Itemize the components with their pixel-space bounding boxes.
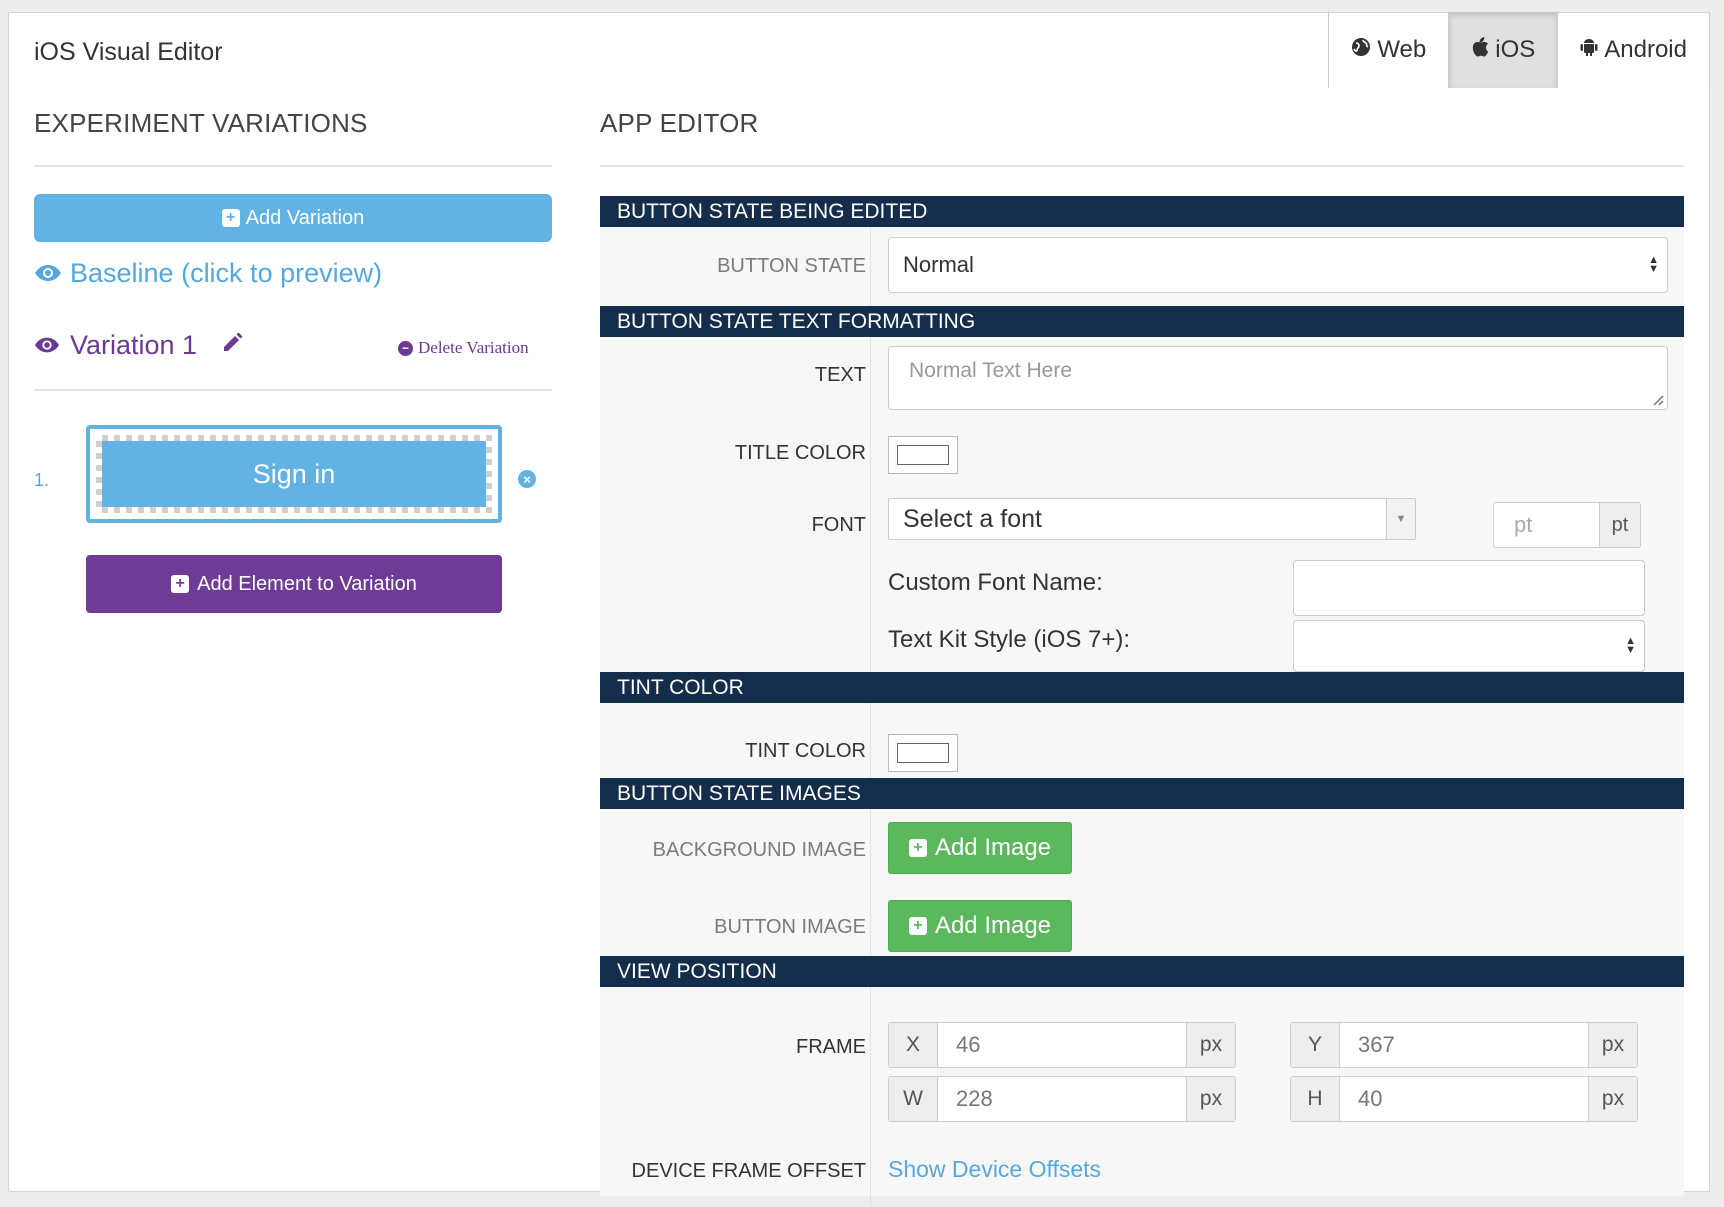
globe-icon: [1351, 36, 1371, 64]
apple-icon: [1471, 36, 1489, 64]
baseline-preview-link[interactable]: Baseline (click to preview): [34, 258, 382, 289]
frame-h-addon: H: [1291, 1077, 1340, 1121]
resize-handle-icon[interactable]: [1650, 392, 1664, 406]
frame-x-unit: px: [1186, 1023, 1235, 1067]
font-select[interactable]: Select a font ▼: [888, 498, 1416, 540]
frame-x-group: X 46 px: [888, 1022, 1236, 1068]
dropdown-arrow-icon: ▼: [1386, 499, 1415, 539]
section-tint-color: TINT COLOR: [600, 672, 1684, 703]
text-kit-select[interactable]: ▲ ▼: [1293, 620, 1645, 672]
add-image-label: Add Image: [934, 834, 1052, 861]
font-size-unit: pt: [1599, 503, 1640, 547]
button-image-label: BUTTON IMAGE: [714, 916, 866, 938]
tab-label: Web: [1377, 36, 1427, 63]
column-divider: [870, 703, 871, 778]
add-background-image-button[interactable]: + Add Image: [888, 822, 1072, 874]
frame-h-unit: px: [1588, 1077, 1637, 1121]
column-divider: [870, 337, 871, 672]
app-editor-heading: APP EDITOR: [600, 108, 759, 138]
add-variation-button[interactable]: + Add Variation: [34, 194, 552, 242]
background-image-label: BACKGROUND IMAGE: [652, 839, 866, 861]
variation-header: Variation 1: [34, 330, 243, 361]
delete-variation-label: Delete Variation: [418, 338, 529, 357]
frame-label: FRAME: [796, 1036, 866, 1058]
select-arrows-icon: ▲ ▼: [1648, 254, 1659, 275]
variation-name: Variation 1: [70, 330, 198, 360]
font-select-value: Select a font: [903, 504, 1042, 533]
eye-icon: [34, 258, 62, 289]
column-divider: [870, 809, 871, 956]
text-label: TEXT: [814, 364, 866, 386]
divider: [34, 389, 552, 391]
section-button-state: BUTTON STATE BEING EDITED: [600, 196, 1684, 227]
plus-square-icon: +: [171, 575, 190, 593]
frame-h-input[interactable]: 40: [1340, 1077, 1588, 1121]
plus-square-icon: +: [908, 839, 927, 857]
baseline-label: Baseline (click to preview): [70, 258, 383, 288]
device-frame-offset-label: DEVICE FRAME OFFSET: [631, 1160, 866, 1182]
frame-y-addon: Y: [1291, 1023, 1340, 1067]
tab-web[interactable]: Web: [1329, 12, 1450, 88]
text-input[interactable]: Normal Text Here: [888, 346, 1668, 410]
frame-h-group: H 40 px: [1290, 1076, 1638, 1122]
add-image-label: Add Image: [934, 912, 1052, 939]
column-divider: [870, 987, 871, 1207]
custom-font-label: Custom Font Name:: [888, 569, 1103, 596]
frame-w-unit: px: [1186, 1077, 1235, 1121]
element-preview-background: Sign in: [96, 435, 492, 513]
add-variation-label: Add Variation: [245, 206, 365, 229]
frame-w-addon: W: [889, 1077, 938, 1121]
frame-y-input[interactable]: 367: [1340, 1023, 1588, 1067]
tint-color-label: TINT COLOR: [745, 740, 866, 762]
title-color-swatch[interactable]: [888, 436, 958, 474]
column-divider: [870, 227, 871, 306]
tab-ios[interactable]: iOS: [1449, 12, 1559, 88]
section-button-images: BUTTON STATE IMAGES: [600, 778, 1684, 809]
eye-icon[interactable]: [34, 330, 60, 361]
plus-square-icon: +: [221, 209, 240, 227]
tab-android[interactable]: Android: [1558, 12, 1710, 88]
minus-circle-icon: −: [398, 340, 413, 356]
font-size-group: pt pt: [1493, 502, 1641, 548]
element-preview[interactable]: Sign in: [86, 425, 502, 523]
text-kit-label: Text Kit Style (iOS 7+):: [888, 626, 1131, 653]
app-editor-form: BUTTON STATE BEING EDITED BUTTON STATE N…: [600, 196, 1684, 1207]
title-color-label: TITLE COLOR: [734, 442, 866, 464]
element-index: 1.: [34, 470, 50, 490]
tab-label: Android: [1604, 36, 1687, 63]
frame-y-group: Y 367 px: [1290, 1022, 1638, 1068]
platform-tabs: Web iOS Android: [1328, 12, 1710, 88]
frame-y-unit: px: [1588, 1023, 1637, 1067]
divider: [600, 165, 1684, 167]
android-icon: [1580, 36, 1598, 64]
frame-w-group: W 228 px: [888, 1076, 1236, 1122]
section-view-position: VIEW POSITION: [600, 956, 1684, 987]
tint-color-swatch[interactable]: [888, 734, 958, 772]
page-title: iOS Visual Editor: [34, 38, 223, 66]
frame-w-input[interactable]: 228: [938, 1077, 1186, 1121]
remove-element-icon[interactable]: ×: [518, 470, 536, 488]
font-size-input[interactable]: pt: [1494, 503, 1599, 547]
button-state-label: BUTTON STATE: [717, 255, 866, 277]
custom-font-input[interactable]: [1293, 560, 1645, 616]
show-device-offsets-link[interactable]: Show Device Offsets: [888, 1156, 1101, 1183]
select-arrows-icon: ▲ ▼: [1625, 635, 1636, 656]
button-state-select[interactable]: Normal ▲ ▼: [888, 237, 1668, 293]
experiment-variations-heading: EXPERIMENT VARIATIONS: [34, 108, 368, 138]
delete-variation-link[interactable]: − Delete Variation: [398, 338, 529, 358]
divider: [34, 165, 552, 167]
pencil-icon[interactable]: [221, 330, 243, 361]
add-button-image-button[interactable]: + Add Image: [888, 900, 1072, 952]
section-text-formatting: BUTTON STATE TEXT FORMATTING: [600, 306, 1684, 337]
tab-label: iOS: [1495, 36, 1536, 63]
element-preview-button: Sign in: [102, 441, 486, 507]
plus-square-icon: +: [908, 917, 927, 935]
frame-x-addon: X: [889, 1023, 938, 1067]
add-element-button[interactable]: + Add Element to Variation: [86, 555, 502, 613]
text-placeholder: Normal Text Here: [909, 359, 1072, 382]
font-label: FONT: [811, 514, 866, 536]
frame-x-input[interactable]: 46: [938, 1023, 1186, 1067]
add-element-label: Add Element to Variation: [197, 572, 417, 595]
button-state-value: Normal: [903, 252, 974, 277]
